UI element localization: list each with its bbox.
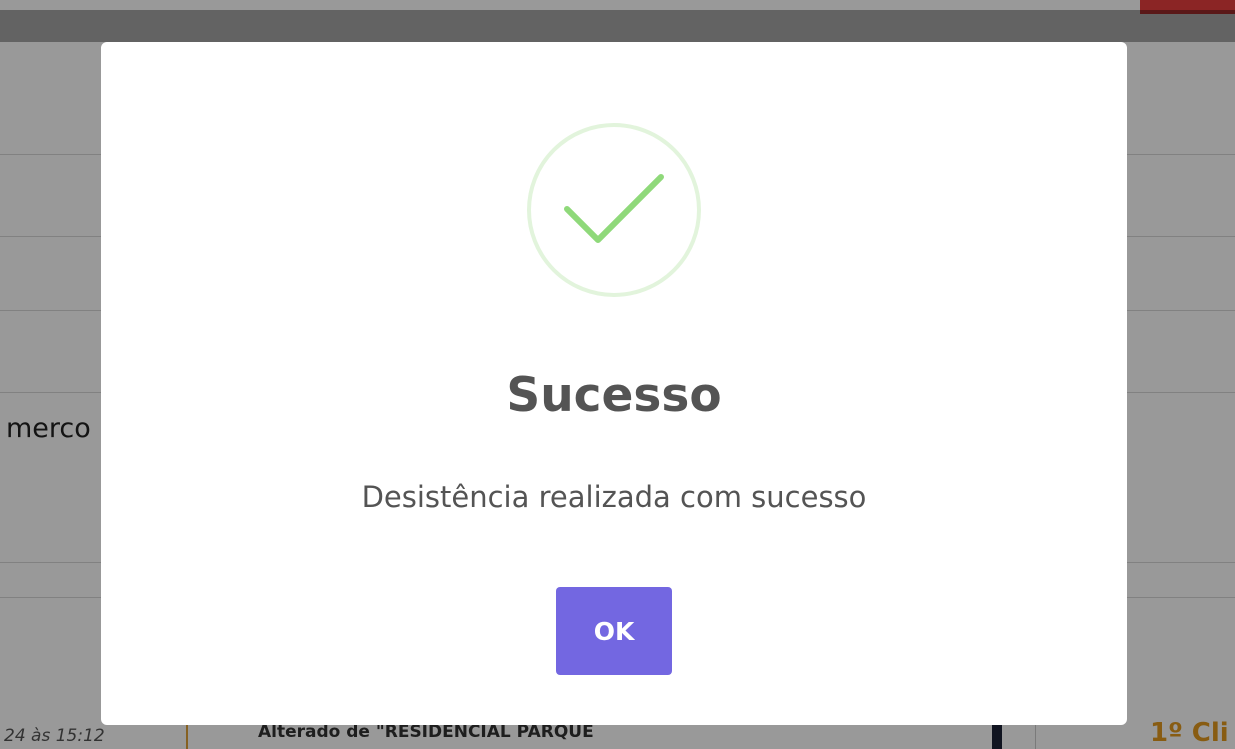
backdrop-topbar-shade: [0, 10, 1235, 42]
ok-button[interactable]: OK: [556, 587, 672, 675]
success-check-icon: [527, 123, 701, 297]
dialog-title: Sucesso: [506, 368, 722, 423]
dialog-message: Desistência realizada com sucesso: [361, 480, 867, 514]
page: merco 24 às 15:12 Alterado de "RESIDENCI…: [0, 0, 1235, 749]
success-dialog: Sucesso Desistência realizada com sucess…: [101, 42, 1127, 725]
